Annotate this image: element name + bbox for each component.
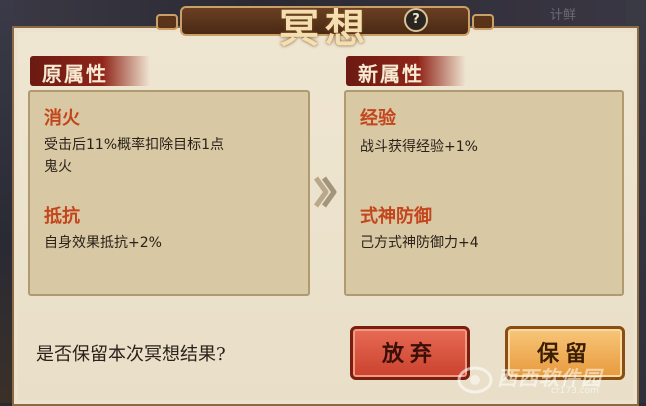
new-attr-name-2: 式神防御 — [360, 206, 432, 227]
new-attr-desc-1: 战斗获得经验+1% — [360, 139, 478, 155]
dialog-title: 冥想 — [279, 5, 371, 52]
original-attr-desc-2: 自身效果抵抗+2% — [44, 235, 162, 251]
watermark-sub: cr173.com — [551, 386, 599, 396]
new-attr-name-1: 经验 — [360, 108, 396, 129]
original-attributes-box: 消火 受击后11%概率扣除目标1点 鬼火 抵抗 自身效果抵抗+2% — [28, 90, 310, 296]
new-attributes-label: 新属性 — [358, 62, 424, 86]
new-attr-desc-2: 己方式神防御力+4 — [360, 235, 479, 251]
background-hint-text: 计鲜 — [549, 8, 576, 23]
original-attributes-label: 原属性 — [42, 62, 108, 86]
keep-result-question: 是否保留本次冥想结果? — [36, 344, 226, 365]
title-banner: 冥想 — [150, 0, 500, 52]
original-attr-desc-1-line-1: 受击后11%概率扣除目标1点 — [44, 137, 225, 153]
original-attributes-header: 原属性 — [30, 56, 150, 86]
new-attributes-header: 新属性 — [346, 56, 466, 86]
site-watermark: 西西软件园 cr173.com — [455, 358, 645, 400]
discard-button[interactable]: 放弃 — [350, 326, 470, 380]
chevron-right-icon — [313, 176, 337, 208]
help-icon[interactable]: ? — [404, 8, 428, 32]
original-attr-name-2: 抵抗 — [44, 206, 80, 227]
original-attr-desc-1-line-2: 鬼火 — [44, 159, 72, 175]
watermark-logo-icon — [457, 366, 493, 394]
original-attr-name-1: 消火 — [44, 108, 80, 129]
new-attributes-box: 经验 战斗获得经验+1% 式神防御 己方式神防御力+4 — [344, 90, 624, 296]
